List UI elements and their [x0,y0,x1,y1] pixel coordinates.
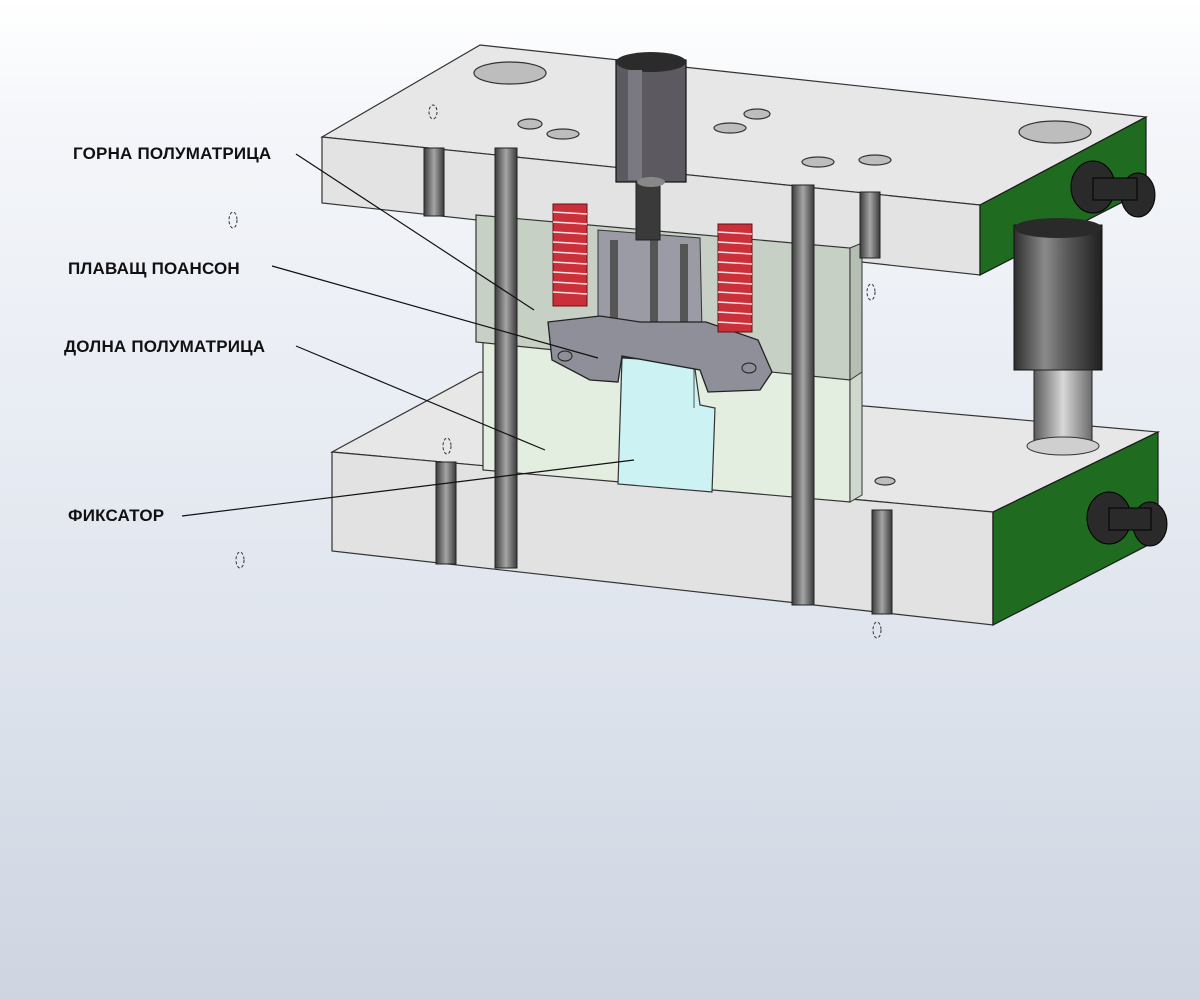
right-springs [717,223,753,333]
label-fixator: ФИКСАТОР [68,506,165,525]
label-upper-half-die: ГОРНА ПОЛУМАТРИЦА [73,144,272,163]
label-floating-punch: ПЛАВАЩ ПОАНСОН [68,259,240,278]
left-springs [552,203,588,307]
guide-post [1013,218,1103,456]
label-lower-half-die: ДОЛНА ПОЛУМАТРИЦА [64,337,266,356]
shank [615,52,687,187]
